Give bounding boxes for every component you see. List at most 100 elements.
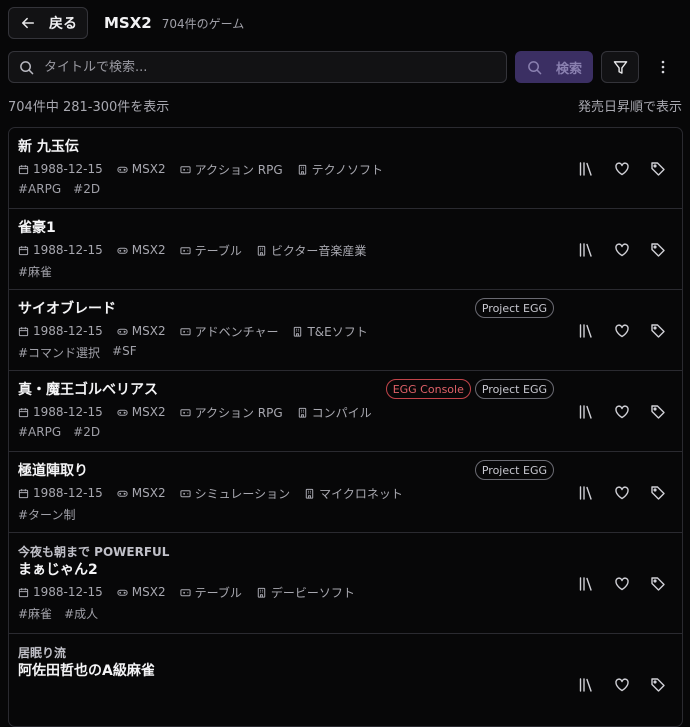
tag-button[interactable] <box>649 403 666 420</box>
row-actions <box>577 322 666 339</box>
game-row[interactable]: サイオブレード 1988-12-15 MSX2 アドベンチャー T&Eソフト #コマンド選… <box>9 290 682 371</box>
favorite-button[interactable] <box>613 160 630 177</box>
filter-button[interactable] <box>601 51 639 83</box>
favorite-button[interactable] <box>613 322 630 339</box>
game-subtitle: 居眠り流 <box>18 646 67 660</box>
game-tag[interactable]: #コマンド選択 <box>18 344 100 360</box>
more-vertical-icon <box>661 60 665 74</box>
game-tag[interactable]: #ARPG <box>18 425 61 441</box>
favorite-button[interactable] <box>613 403 630 420</box>
platform-title: MSX2 <box>104 14 152 32</box>
building-icon <box>298 164 306 175</box>
game-platform: MSX2 <box>131 585 166 599</box>
genre-icon <box>179 588 191 596</box>
genre-icon <box>179 489 191 497</box>
game-title[interactable]: 新 九玉伝 <box>18 138 682 156</box>
game-row[interactable]: 新 九玉伝 1988-12-15 MSX2 アクション RPG テクノソフト #ARPG #… <box>9 128 682 209</box>
platform-badge: EGG Console <box>385 379 471 399</box>
game-platform: MSX2 <box>131 162 166 176</box>
gamepad-icon <box>117 247 128 254</box>
genre-icon <box>179 408 191 416</box>
sort-order[interactable]: 発売日昇順で表示 <box>578 96 682 115</box>
add-to-library-button[interactable] <box>577 403 594 420</box>
top-bar: 戻る MSX2 704件のゲーム <box>8 7 244 39</box>
calendar-icon <box>18 326 29 336</box>
add-to-library-button[interactable] <box>577 484 594 501</box>
more-menu-button[interactable] <box>653 51 673 83</box>
favorite-button[interactable] <box>613 241 630 258</box>
game-row[interactable]: 極道陣取り 1988-12-15 MSX2 シミュレーション マイクロネット #ターン制 P… <box>9 452 682 533</box>
game-publisher: デービーソフト <box>270 585 355 600</box>
favorite-button[interactable] <box>613 575 630 592</box>
game-info: 居眠り流 阿佐田哲也のA級麻雀 <box>18 634 682 680</box>
game-row[interactable]: 今夜も朝まで POWERFUL まぁじゃん2 1988-12-15 MSX2 テーブルデ… <box>9 533 682 634</box>
tag-button[interactable] <box>649 484 666 501</box>
game-title[interactable]: サイオブレード <box>18 300 682 318</box>
search-input[interactable] <box>44 59 484 75</box>
game-platform: MSX2 <box>131 243 166 257</box>
heart-icon <box>614 161 629 175</box>
game-tag[interactable]: #ターン制 <box>18 506 75 522</box>
game-genre: アクション RPG <box>194 405 283 420</box>
favorite-button[interactable] <box>613 676 630 693</box>
game-tags: #ARPG #2D <box>18 425 682 441</box>
favorite-button[interactable] <box>613 484 630 501</box>
building-icon <box>257 245 266 256</box>
game-tag[interactable]: #2D <box>73 182 100 198</box>
game-title[interactable]: 真・魔王ゴルベリアス <box>18 381 682 399</box>
heart-icon <box>614 323 629 337</box>
tag-button[interactable] <box>649 322 666 339</box>
game-title[interactable]: 極道陣取り <box>18 462 682 480</box>
tag-button[interactable] <box>649 575 666 592</box>
tag-button[interactable] <box>649 241 666 258</box>
calendar-icon <box>18 587 29 597</box>
tag-icon <box>650 242 665 257</box>
game-tag[interactable]: #成人 <box>64 605 98 621</box>
row-actions <box>577 160 666 177</box>
row-actions <box>577 484 666 501</box>
add-to-library-button[interactable] <box>577 575 594 592</box>
tag-button[interactable] <box>649 160 666 177</box>
gamepad-icon <box>117 409 128 416</box>
game-badges: Project EGG <box>474 460 554 480</box>
search-button[interactable]: 検索 <box>515 51 593 83</box>
result-info: 704件中 281-300件を表示 <box>8 100 170 115</box>
library-icon <box>579 161 592 176</box>
calendar-icon <box>18 164 29 174</box>
game-count: 704件のゲーム <box>161 16 245 31</box>
add-to-library-button[interactable] <box>577 160 594 177</box>
library-icon <box>579 404 592 419</box>
release-date: 1988-12-15 <box>33 162 103 176</box>
tag-icon <box>650 576 665 591</box>
back-button[interactable]: 戻る <box>8 7 88 39</box>
tag-icon <box>650 161 665 176</box>
game-row[interactable]: 居眠り流 阿佐田哲也のA級麻雀 <box>9 634 682 726</box>
add-to-library-button[interactable] <box>577 322 594 339</box>
library-icon <box>579 677 592 692</box>
game-genre: テーブル <box>194 585 242 600</box>
game-row[interactable]: 雀豪1 1988-12-15 MSX2 テーブル ビクター音楽産業 #麻雀 <box>9 209 682 290</box>
game-tags: #コマンド選択 #SF <box>18 344 682 360</box>
platform-badge: Project EGG <box>474 460 554 480</box>
genre-icon <box>179 327 191 335</box>
platform-badge: Project EGG <box>474 298 554 318</box>
game-publisher: コンパイル <box>311 405 372 420</box>
search-icon <box>20 60 34 74</box>
game-tag[interactable]: #2D <box>73 425 100 441</box>
add-to-library-button[interactable] <box>577 241 594 258</box>
game-genre: テーブル <box>194 243 242 258</box>
tag-button[interactable] <box>649 676 666 693</box>
library-icon <box>579 576 592 591</box>
search-box[interactable] <box>8 51 507 83</box>
game-tag[interactable]: #ARPG <box>18 182 61 198</box>
game-row[interactable]: 真・魔王ゴルベリアス 1988-12-15 MSX2 アクション RPG コンパイル #A… <box>9 371 682 452</box>
game-tag[interactable]: #麻雀 <box>18 605 52 621</box>
game-title[interactable]: 雀豪1 <box>18 219 682 237</box>
add-to-library-button[interactable] <box>577 676 594 693</box>
genre-icon <box>179 246 191 254</box>
game-publisher: ビクター音楽産業 <box>270 243 367 258</box>
game-tag[interactable]: #SF <box>112 344 137 360</box>
game-tag[interactable]: #麻雀 <box>18 263 52 279</box>
release-date: 1988-12-15 <box>33 324 103 338</box>
filter-icon <box>613 60 627 74</box>
